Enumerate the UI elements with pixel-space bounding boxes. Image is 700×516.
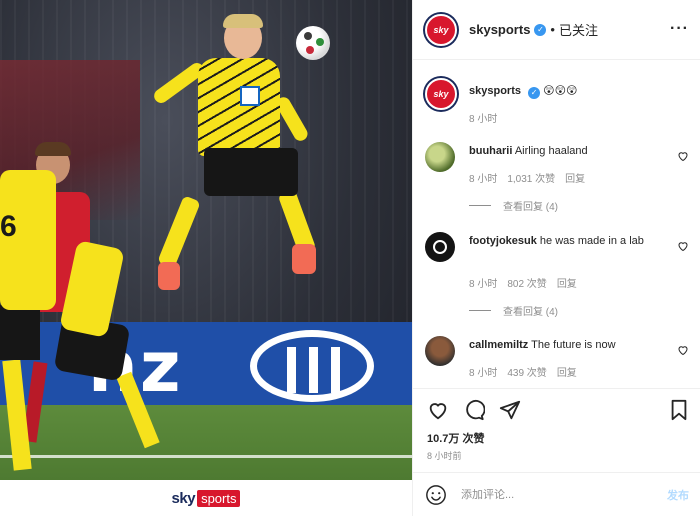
separator: • [550, 22, 555, 37]
comment-time: 8 小时 [469, 368, 498, 379]
sky-sports-watermark: sky sports [0, 480, 412, 516]
comment-username[interactable]: buuharii [469, 145, 512, 157]
list-item: buuharii Airling haaland 8 小时 1,031 次赞 回… [425, 142, 689, 222]
avatar[interactable] [425, 232, 455, 262]
post-header: sky skysports ✓ • 已关注 ··· [413, 0, 700, 60]
comment-time: 8 小时 [469, 279, 498, 290]
heart-icon[interactable] [427, 399, 449, 421]
foreground-shirt-number: 6 [0, 210, 17, 243]
watermark-brand: sky [171, 489, 196, 507]
view-replies-label: 查看回复 (4) [503, 307, 558, 318]
view-replies-label: 查看回复 (4) [503, 202, 558, 213]
comment-text: buuharii Airling haaland [469, 144, 665, 158]
view-replies-button[interactable]: 查看回复 (4) [469, 303, 558, 318]
list-item: footyjokesuk he was made in a lab 8 小时 8… [425, 232, 689, 322]
heart-icon[interactable] [677, 150, 689, 162]
avatar[interactable] [425, 336, 455, 366]
comment-text: footyjokesuk he was made in a lab [469, 234, 665, 248]
pitch [0, 405, 412, 480]
list-item: callmemiltz The future is now 8 小时 439 次… [425, 336, 689, 386]
comment-likes[interactable]: 802 次赞 [507, 275, 546, 290]
pitch-line [0, 455, 412, 458]
bookmark-button[interactable] [669, 399, 689, 421]
comment-meta: 8 小时 439 次赞 回复 [469, 364, 577, 379]
comment-body: Airling haaland [514, 145, 588, 157]
football [296, 26, 330, 60]
verified-badge-icon: ✓ [534, 23, 547, 36]
comment-composer: 发布 [413, 472, 700, 516]
follow-status-button[interactable]: 已关注 [559, 20, 598, 39]
comment-bubble-icon[interactable] [463, 399, 485, 421]
bookmark-icon[interactable] [669, 399, 689, 421]
comment-username[interactable]: callmemiltz [469, 339, 528, 351]
view-replies-button[interactable]: 查看回复 (4) [469, 198, 558, 213]
heart-icon[interactable] [677, 344, 689, 356]
caption-body: 😲😲😲 [543, 85, 578, 97]
reply-button[interactable]: 回复 [557, 364, 577, 379]
comment-likes[interactable]: 1,031 次赞 [507, 170, 555, 185]
action-icons [427, 399, 521, 421]
post-sidebar: sky skysports ✓ • 已关注 ··· sky skysports … [412, 0, 700, 516]
post-image[interactable]: nz 6 6 sky sports [0, 0, 412, 516]
comment-time: 8 小时 [469, 174, 498, 185]
comment-meta: 8 小时 802 次赞 回复 [469, 275, 577, 290]
comment-username[interactable]: footyjokesuk [469, 235, 537, 247]
caption-avatar[interactable]: sky [425, 78, 457, 110]
like-count[interactable]: 10.7万 次赞 [427, 430, 484, 446]
comment-likes[interactable]: 439 次赞 [507, 364, 546, 379]
caption-meta: 8 小时 [469, 110, 497, 125]
comment-meta: 8 小时 1,031 次赞 回复 [469, 170, 585, 185]
more-options-icon[interactable]: ··· [670, 20, 689, 38]
send-icon[interactable] [499, 399, 521, 421]
caption-avatar-text: sky [433, 89, 449, 99]
avatar[interactable] [425, 142, 455, 172]
caption: sky skysports ✓ 😲😲😲 8 小时 [425, 76, 689, 125]
username-link[interactable]: skysports [469, 22, 530, 37]
comment-text: callmemiltz The future is now [469, 338, 665, 352]
heart-icon[interactable] [677, 240, 689, 252]
emoji-icon[interactable] [425, 484, 447, 506]
watermark-sub: sports [197, 489, 241, 507]
caption-verified-icon: ✓ [528, 87, 541, 99]
comment-input[interactable] [461, 488, 667, 501]
reply-button[interactable]: 回复 [557, 275, 577, 290]
caption-username[interactable]: skysports [469, 85, 521, 97]
comment-list[interactable]: sky skysports ✓ 😲😲😲 8 小时 buuharii Airlin… [413, 60, 700, 388]
post-actions: 10.7万 次赞 8 小时前 [413, 388, 700, 472]
avatar[interactable]: sky [425, 13, 457, 46]
avatar-text: sky [433, 24, 449, 35]
post-button[interactable]: 发布 [667, 487, 689, 503]
caption-text: skysports ✓ 😲😲😲 [469, 84, 665, 99]
caption-time: 8 小时 [469, 114, 498, 125]
reply-button[interactable]: 回复 [565, 170, 585, 185]
comment-body: he was made in a lab [539, 235, 644, 247]
ad-logo [250, 330, 374, 402]
post-time: 8 小时前 [427, 451, 462, 461]
comment-body: The future is now [531, 339, 616, 351]
